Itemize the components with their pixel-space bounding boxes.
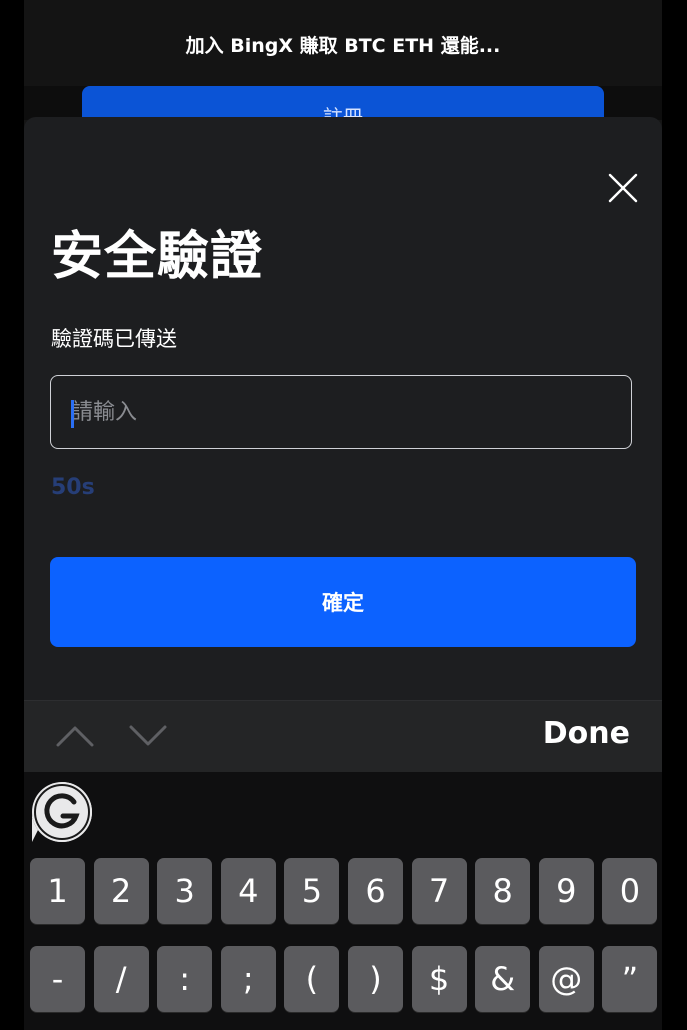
key-row1-2[interactable]: 3: [157, 858, 213, 924]
grammarly-icon: [32, 782, 92, 842]
key-row1-1[interactable]: 2: [93, 858, 149, 924]
key-row1-7[interactable]: 8: [475, 858, 531, 924]
verification-code-input[interactable]: [51, 376, 631, 448]
verification-code-field[interactable]: [50, 375, 632, 449]
key-row1-8[interactable]: 9: [538, 858, 594, 924]
key-row1-6[interactable]: 7: [411, 858, 467, 924]
screen: 加入 BingX 賺取 BTC ETH 還能... 註冊 安全驗證 驗證碼已傳送…: [0, 0, 687, 1030]
key-row2-9[interactable]: ”: [602, 946, 658, 1012]
key-row2-7[interactable]: &: [475, 946, 531, 1012]
key-row2-6[interactable]: $: [411, 946, 467, 1012]
confirm-button[interactable]: 確定: [50, 557, 636, 647]
resend-countdown: 50s: [51, 475, 95, 500]
keyboard-accessory-bar: Done: [24, 700, 662, 772]
key-row2-1[interactable]: /: [93, 946, 149, 1012]
close-button[interactable]: [604, 169, 642, 207]
key-row1-5[interactable]: 6: [348, 858, 403, 924]
next-field-button[interactable]: [128, 717, 168, 753]
text-caret: [71, 400, 74, 428]
key-row1-3[interactable]: 4: [220, 858, 276, 924]
key-row2-2[interactable]: :: [157, 946, 213, 1012]
previous-field-button[interactable]: [55, 717, 95, 753]
key-row1-9[interactable]: 0: [602, 858, 658, 924]
key-row2-5[interactable]: ): [348, 946, 403, 1012]
chevron-down-icon: [129, 725, 167, 746]
key-row2-0[interactable]: -: [30, 946, 85, 1012]
code-sent-label: 驗證碼已傳送: [51, 327, 177, 351]
background-header-title: 加入 BingX 賺取 BTC ETH 還能...: [185, 34, 501, 57]
background-header: 加入 BingX 賺取 BTC ETH 還能...: [24, 0, 662, 86]
key-row2-3[interactable]: ;: [220, 946, 276, 1012]
key-row1-4[interactable]: 5: [284, 858, 340, 924]
page-title: 安全驗證: [51, 227, 264, 287]
key-row2-8[interactable]: @: [538, 946, 594, 1012]
key-row1-0[interactable]: 1: [30, 858, 85, 924]
key-row2-4[interactable]: (: [284, 946, 340, 1012]
close-icon: [608, 173, 638, 203]
done-button[interactable]: Done: [537, 715, 636, 752]
grammarly-button[interactable]: [30, 780, 94, 844]
chevron-up-icon: [56, 726, 94, 747]
security-verification-sheet: 安全驗證 驗證碼已傳送 50s 確定: [24, 117, 662, 700]
phone-frame: 加入 BingX 賺取 BTC ETH 還能... 註冊 安全驗證 驗證碼已傳送…: [24, 0, 662, 1030]
numeric-keyboard: 1234567890 - /:;() $ & @”: [24, 772, 662, 1030]
